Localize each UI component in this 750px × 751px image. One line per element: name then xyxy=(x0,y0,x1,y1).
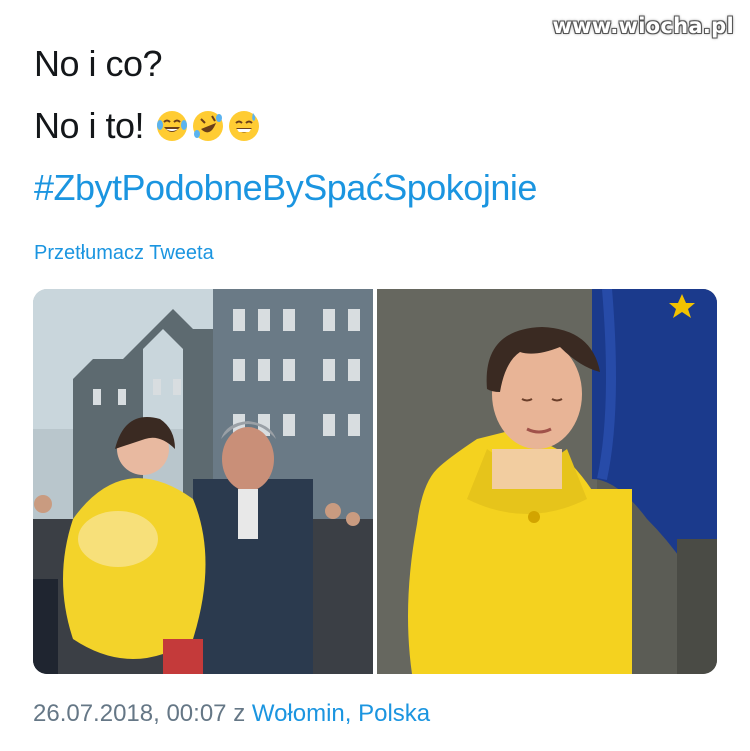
timestamp[interactable]: 26.07.2018, 00:07 xyxy=(33,700,227,727)
media-grid xyxy=(33,289,717,674)
hashtag-link[interactable]: #ZbytPodobneBySpaćSpokojnie xyxy=(34,166,537,210)
location-link[interactable]: Wołomin, Polska xyxy=(252,700,430,727)
translate-tweet-link[interactable]: Przetłumacz Tweeta xyxy=(34,242,214,265)
tweet-footer: 26.07.2018, 00:07 z Wołomin, Polska xyxy=(33,700,430,728)
left-photo-image xyxy=(33,289,373,674)
rolling-on-floor-laughing-emoji xyxy=(193,111,224,141)
left-photo[interactable] xyxy=(33,289,373,674)
tweet-line-1: No i co? xyxy=(34,43,163,84)
tweet-line-2-text: No i to! xyxy=(34,105,145,146)
grinning-sweat-emoji xyxy=(229,111,260,141)
tweet-line-2: No i to! xyxy=(34,104,260,148)
emoji-group xyxy=(156,110,260,142)
tears-of-joy-emoji xyxy=(157,111,188,141)
right-photo[interactable] xyxy=(377,289,717,674)
location-connector: z xyxy=(233,700,246,727)
right-photo-image xyxy=(377,289,717,674)
watermark: www.wiocha.pl xyxy=(552,14,734,38)
